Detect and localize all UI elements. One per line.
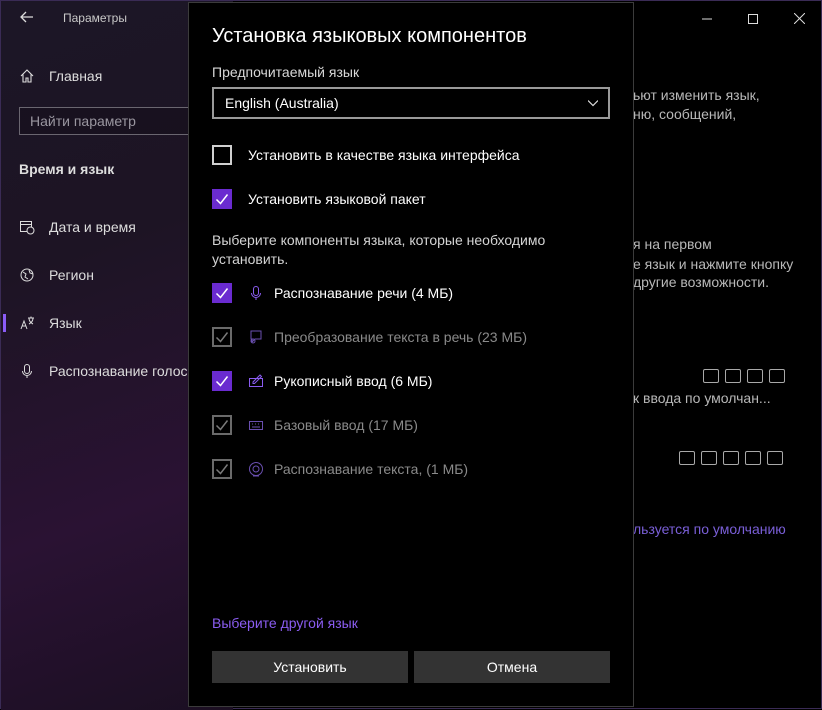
microphone-icon: [251, 286, 261, 300]
handwriting-icon: [249, 374, 263, 387]
component-basic-typing: Базовый ввод (17 МБ): [212, 414, 418, 436]
language-icon: [679, 451, 695, 465]
bg-text-line: е язык и нажмите кнопку: [633, 256, 794, 272]
cancel-button[interactable]: Отмена: [414, 651, 610, 683]
check-icon: [215, 464, 229, 475]
dropdown-value: English (Australia): [225, 95, 339, 111]
handwriting-icon: [747, 369, 763, 383]
component-text-to-speech: Преобразование текста в речь (23 МБ): [212, 326, 527, 348]
language-icon: [703, 369, 719, 383]
checkbox-checked[interactable]: [212, 371, 232, 391]
default-language-link[interactable]: льзуется по умолчанию: [633, 521, 786, 537]
choose-another-language-link[interactable]: Выберите другой язык: [212, 615, 358, 631]
globe-icon: [20, 268, 34, 282]
check-icon: [215, 288, 229, 299]
preferred-language-label: Предпочитаемый язык: [212, 64, 360, 80]
sidebar-item-label: Регион: [49, 267, 94, 283]
language-feature-icons: [703, 369, 785, 383]
checkbox-label: Установить в качестве языка интерфейса: [248, 147, 520, 163]
sidebar-item-label: Язык: [49, 315, 82, 331]
language-subtitle: к ввода по умолчан...: [633, 390, 771, 406]
dialog-title: Установка языковых компонентов: [212, 25, 527, 47]
components-description: Выберите компоненты языка, которые необх…: [212, 232, 546, 267]
check-icon: [215, 332, 229, 343]
bg-text-line: ьют изменить язык,: [633, 87, 760, 103]
close-icon[interactable]: [776, 5, 822, 33]
microphone-icon: [723, 451, 739, 465]
text-to-speech-icon: [725, 369, 741, 383]
checkbox-unchecked[interactable]: [212, 145, 232, 165]
microphone-icon: [22, 364, 32, 378]
preferred-language-dropdown[interactable]: English (Australia): [212, 87, 610, 119]
bg-text-line: ню, сообщений,: [633, 106, 737, 122]
check-icon: [215, 194, 229, 205]
keyboard-icon: [767, 451, 783, 465]
keyboard-icon: [249, 421, 263, 430]
checkbox-checked-disabled: [212, 459, 232, 479]
component-label: Базовый ввод (17 МБ): [274, 417, 418, 433]
app-title: Параметры: [63, 11, 127, 25]
language-icon: [20, 316, 34, 330]
calendar-clock-icon: [20, 221, 35, 235]
install-language-pack-checkbox[interactable]: Установить языковой пакет: [212, 188, 426, 210]
bg-text-line: я на первом: [633, 236, 712, 252]
maximize-icon[interactable]: [730, 5, 776, 33]
checkbox-checked[interactable]: [212, 189, 232, 209]
bg-text-line: другие возможности.: [633, 274, 769, 290]
install-button[interactable]: Установить: [212, 651, 408, 683]
section-title: Время и язык: [19, 161, 115, 177]
component-label: Преобразование текста в речь (23 МБ): [274, 329, 527, 345]
sidebar-item-label: Дата и время: [49, 219, 136, 235]
checkbox-checked-disabled: [212, 327, 232, 347]
install-language-dialog: Установка языковых компонентов Предпочит…: [188, 2, 634, 707]
minimize-icon[interactable]: [684, 5, 730, 33]
check-icon: [215, 376, 229, 387]
component-label: Распознавание речи (4 МБ): [274, 285, 454, 301]
nav-home-label: Главная: [49, 68, 103, 84]
language-feature-icons: [679, 451, 783, 465]
checkbox-checked-disabled: [212, 415, 232, 435]
chevron-down-icon: [588, 100, 598, 107]
component-label: Распознавание текста, (1 МБ): [274, 461, 469, 477]
text-to-speech-icon: [250, 330, 262, 344]
nav-home[interactable]: Главная: [19, 65, 102, 87]
text-to-speech-icon: [701, 451, 717, 465]
component-ocr: Распознавание текста, (1 МБ): [212, 458, 468, 480]
checkbox-checked[interactable]: [212, 283, 232, 303]
component-label: Рукописный ввод (6 МБ): [274, 373, 433, 389]
component-speech-recognition[interactable]: Распознавание речи (4 МБ): [212, 282, 453, 304]
home-icon: [20, 69, 34, 83]
sidebar-item-label: Распознавание голоса: [49, 363, 196, 379]
checkbox-label: Установить языковой пакет: [248, 191, 426, 207]
set-display-language-checkbox[interactable]: Установить в качестве языка интерфейса: [212, 144, 520, 166]
component-handwriting[interactable]: Рукописный ввод (6 МБ): [212, 370, 432, 392]
handwriting-icon: [745, 451, 761, 465]
check-icon: [215, 420, 229, 431]
arrow-left-icon[interactable]: [15, 7, 39, 31]
keyboard-icon: [769, 369, 785, 383]
ocr-icon: [249, 462, 263, 477]
